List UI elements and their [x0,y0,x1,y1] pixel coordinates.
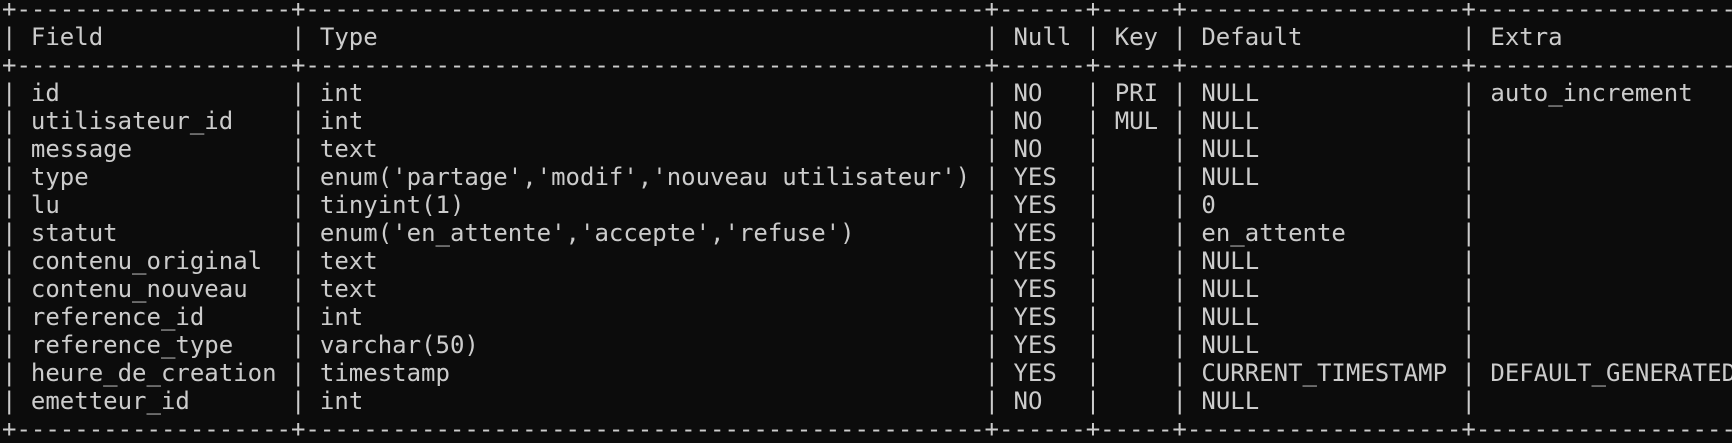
table-border: +-------------------+-------------------… [2,51,1732,79]
table-row: | lu | tinyint(1) | YES | | 0 | | [2,191,1476,219]
table-header-row: | Field | Type | Null | Key | Default | … [2,23,1563,51]
table-row: | statut | enum('en_attente','accepte','… [2,219,1476,247]
table-cell: enum('en_attente','accepte','refuse') [319,219,855,247]
table-cell: NO [1013,135,1043,163]
table-cell: YES [1013,247,1057,275]
column-header: Default [1201,23,1303,51]
column-header: Type [319,23,378,51]
table-cell: YES [1013,331,1057,359]
table-cell: emetteur_id [30,387,190,415]
table-row: | message | text | NO | | NULL | | [2,135,1476,163]
table-cell: timestamp [319,359,450,387]
table-row: | utilisateur_id | int | NO | MUL | NULL… [2,107,1476,135]
table-cell: YES [1013,219,1057,247]
table-cell: heure_de_creation [30,359,277,387]
table-row: | reference_type | varchar(50) | YES | |… [2,331,1476,359]
table-cell: contenu_nouveau [30,275,248,303]
table-cell: NULL [1201,107,1260,135]
table-cell: int [319,303,364,331]
table-cell: contenu_original [30,247,263,275]
table-cell: NO [1013,79,1043,107]
table-cell: int [319,79,364,107]
table-cell: NULL [1201,303,1260,331]
table-cell: reference_id [30,303,205,331]
table-cell: 0 [1201,191,1216,219]
table-border: +-------------------+-------------------… [2,0,1732,23]
table-cell: NO [1013,107,1043,135]
table-cell: enum('partage','modif','nouveau utilisat… [319,163,971,191]
table-row: | type | enum('partage','modif','nouveau… [2,163,1476,191]
describe-table-output: +-------------------+-------------------… [2,0,1732,443]
table-cell: tinyint(1) [319,191,465,219]
table-cell: YES [1013,163,1057,191]
table-cell: MUL [1114,107,1159,135]
table-row: | contenu_original | text | YES | | NULL… [2,247,1476,275]
table-cell: auto_increment [1490,79,1693,107]
table-cell: reference_type [30,331,234,359]
table-cell: NULL [1201,331,1260,359]
table-cell: NULL [1201,163,1260,191]
table-cell: int [319,387,364,415]
table-cell: type [30,163,89,191]
table-cell: statut [30,219,118,247]
table-cell: message [30,135,133,163]
table-row: | emetteur_id | int | NO | | NULL | | [2,387,1476,415]
table-cell: NULL [1201,247,1260,275]
table-cell: NULL [1201,135,1260,163]
table-cell: text [319,275,378,303]
table-cell: PRI [1114,79,1159,107]
table-cell: YES [1013,359,1057,387]
table-row: | reference_id | int | YES | | NULL | | [2,303,1476,331]
table-row: | contenu_nouveau | text | YES | | NULL … [2,275,1476,303]
table-row: | heure_de_creation | timestamp | YES | … [2,359,1732,387]
table-cell: en_attente [1201,219,1346,247]
table-border: +-------------------+-------------------… [2,415,1732,443]
table-cell: text [319,247,378,275]
terminal-window: +-------------------+-------------------… [0,0,1732,443]
table-cell: DEFAULT_GENERATED [1490,359,1732,387]
table-cell: NULL [1201,387,1260,415]
column-header: Extra [1490,23,1563,51]
table-cell: CURRENT_TIMESTAMP [1201,359,1448,387]
column-header: Field [30,23,104,51]
table-cell: int [319,107,364,135]
table-cell: NULL [1201,79,1260,107]
column-header: Null [1013,23,1072,51]
table-cell: utilisateur_id [30,107,234,135]
table-cell: lu [30,191,60,219]
table-row: | id | int | NO | PRI | NULL | auto_incr… [2,79,1693,107]
table-cell: YES [1013,191,1057,219]
table-cell: YES [1013,303,1057,331]
column-header: Key [1114,23,1158,51]
table-cell: id [30,79,60,107]
table-cell: YES [1013,275,1057,303]
table-cell: varchar(50) [319,331,479,359]
table-cell: text [319,135,378,163]
table-cell: NULL [1201,275,1260,303]
table-cell: NO [1013,387,1043,415]
